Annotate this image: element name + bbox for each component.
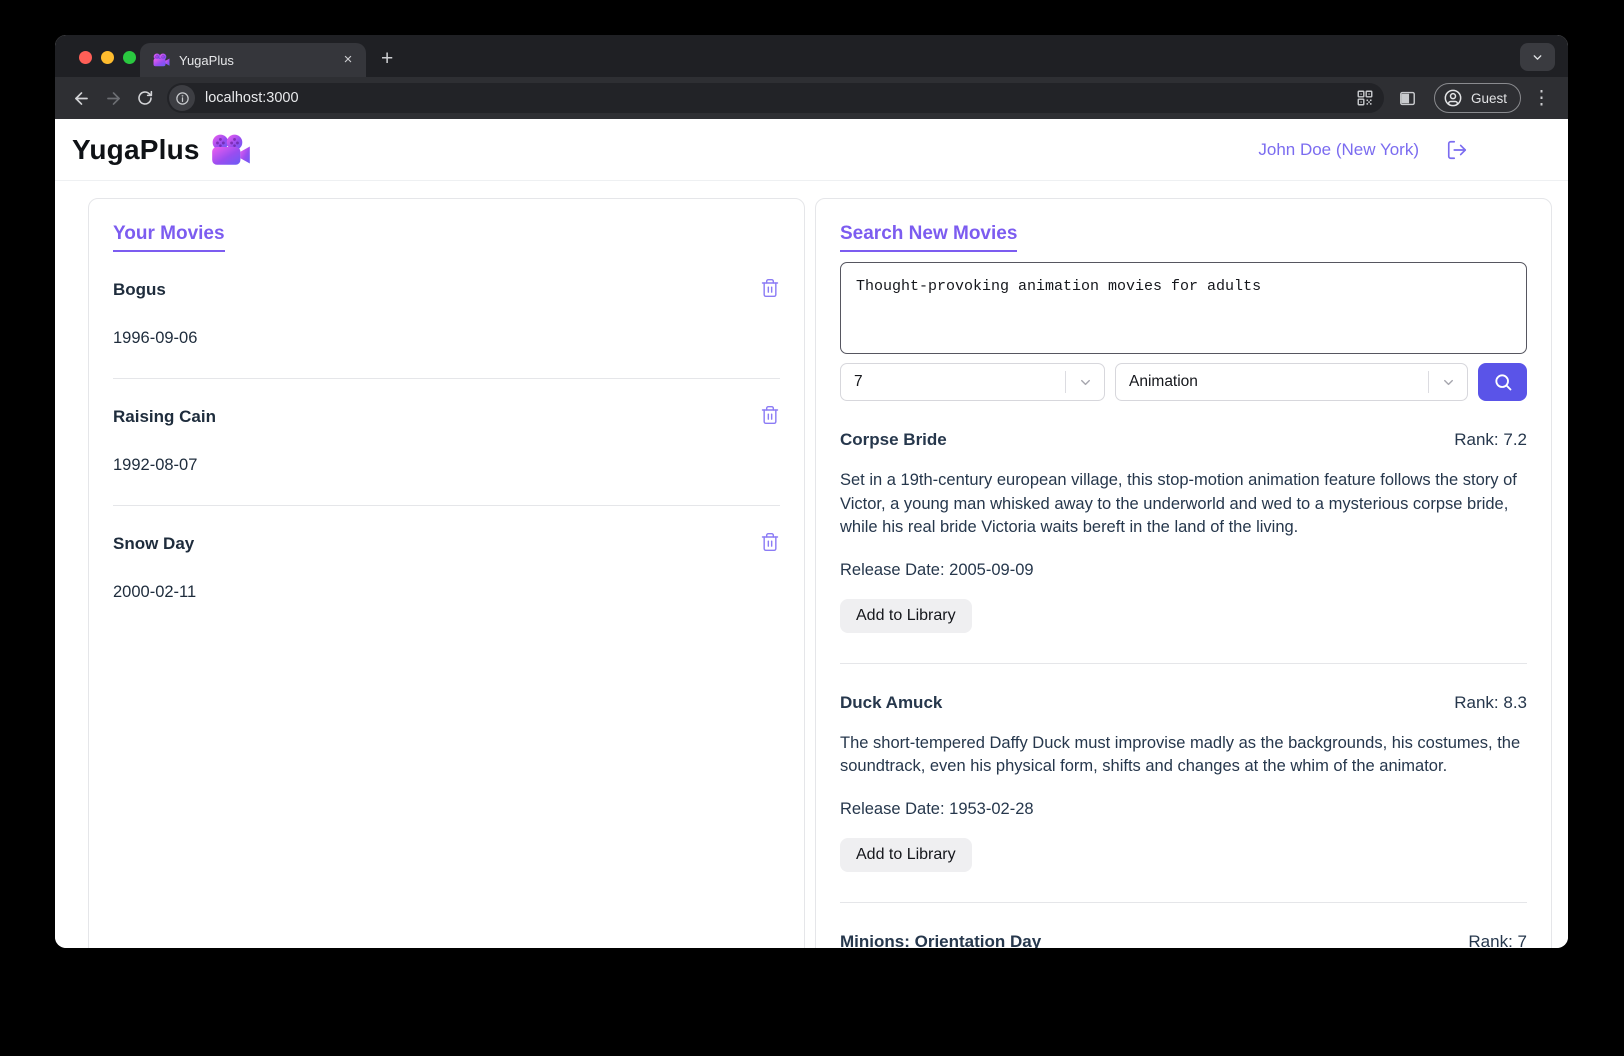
result-title: Corpse Bride — [840, 430, 947, 450]
movie-title: Snow Day — [113, 534, 194, 554]
rank-select[interactable]: 7 — [840, 363, 1105, 401]
search-query-input[interactable]: Thought-provoking animation movies for a… — [840, 262, 1527, 354]
address-bar[interactable]: localhost:3000 — [167, 83, 1384, 113]
movie-title: Raising Cain — [113, 407, 216, 427]
site-info-button[interactable] — [169, 85, 195, 111]
reload-icon — [136, 89, 154, 107]
your-movies-card: Your Movies Bogus 1996-09-06 Ra — [88, 198, 805, 948]
fullscreen-window-button[interactable] — [123, 51, 136, 64]
delete-movie-button[interactable] — [760, 278, 780, 298]
browser-toolbar: localhost:3000 Guest ⋮ — [55, 77, 1568, 119]
close-window-button[interactable] — [79, 51, 92, 64]
search-result: Corpse Bride Rank: 7.2 Set in a 19th-cen… — [840, 401, 1527, 664]
result-release-date: Release Date: 2005-09-09 — [840, 561, 1527, 580]
minimize-window-button[interactable] — [101, 51, 114, 64]
site-header: YugaPlus John Doe (New York) — [55, 119, 1568, 181]
yugaplus-page: YugaPlus John Doe (New York) — [55, 119, 1568, 948]
side-panel-button[interactable] — [1392, 82, 1424, 114]
trash-icon — [760, 278, 780, 298]
chevron-down-icon — [1531, 51, 1544, 64]
forward-arrow-icon — [104, 89, 123, 108]
tab-list-chevron-button[interactable] — [1520, 43, 1555, 71]
movie-release-date: 2000-02-11 — [113, 583, 780, 602]
result-title: Minions: Orientation Day — [840, 932, 1041, 949]
result-description: The short-tempered Daffy Duck must impro… — [840, 732, 1527, 779]
tab-title: YugaPlus — [179, 53, 329, 68]
side-panel-icon — [1398, 89, 1417, 108]
genre-select[interactable]: Animation — [1115, 363, 1468, 401]
browser-tab[interactable]: YugaPlus × — [140, 43, 366, 77]
profile-button[interactable]: Guest — [1434, 83, 1521, 113]
search-icon — [1493, 372, 1513, 392]
browser-tab-strip: YugaPlus × + — [55, 35, 1568, 77]
result-rank: Rank: 7.2 — [1454, 430, 1527, 450]
profile-name: Guest — [1471, 91, 1507, 106]
logout-button[interactable] — [1446, 139, 1468, 161]
back-arrow-icon — [72, 89, 91, 108]
search-result: Duck Amuck Rank: 8.3 The short-tempered … — [840, 664, 1527, 903]
result-release-date: Release Date: 1953-02-28 — [840, 800, 1527, 819]
movie-camera-favicon — [153, 53, 170, 67]
url-text[interactable]: localhost:3000 — [205, 90, 1356, 106]
delete-movie-button[interactable] — [760, 405, 780, 425]
close-tab-icon[interactable]: × — [338, 50, 358, 70]
rank-select-value: 7 — [854, 373, 1065, 391]
main-content: Your Movies Bogus 1996-09-06 Ra — [55, 181, 1568, 948]
result-rank: Rank: 7 — [1468, 932, 1527, 949]
new-tab-button[interactable]: + — [381, 48, 393, 69]
delete-movie-button[interactable] — [760, 532, 780, 552]
movie-title: Bogus — [113, 280, 166, 300]
result-rank: Rank: 8.3 — [1454, 693, 1527, 713]
search-controls: 7 Animation — [840, 363, 1527, 401]
forward-button[interactable] — [97, 82, 129, 114]
your-movies-title: Your Movies — [113, 223, 225, 252]
search-results: Corpse Bride Rank: 7.2 Set in a 19th-cen… — [840, 401, 1527, 948]
info-icon — [175, 91, 190, 106]
create-qr-code-button[interactable] — [1356, 89, 1374, 107]
user-name-link[interactable]: John Doe (New York) — [1258, 140, 1419, 160]
search-button[interactable] — [1478, 363, 1527, 401]
result-title: Duck Amuck — [840, 693, 942, 713]
search-movies-card: Search New Movies Thought-provoking anim… — [815, 198, 1552, 948]
movie-release-date: 1996-09-06 — [113, 329, 780, 348]
movie-release-date: 1992-08-07 — [113, 456, 780, 475]
logout-icon — [1446, 139, 1468, 161]
browser-menu-button[interactable]: ⋮ — [1525, 89, 1558, 108]
genre-select-value: Animation — [1129, 373, 1428, 391]
site-title: YugaPlus — [72, 134, 200, 166]
qr-code-icon — [1356, 89, 1374, 107]
trash-icon — [760, 405, 780, 425]
search-movies-title: Search New Movies — [840, 223, 1017, 252]
reload-button[interactable] — [129, 82, 161, 114]
library-movie-row: Snow Day 2000-02-11 — [113, 506, 780, 632]
library-movie-row: Bogus 1996-09-06 — [113, 252, 780, 379]
library-movie-row: Raising Cain 1992-08-07 — [113, 379, 780, 506]
chevron-down-icon — [1066, 375, 1104, 390]
browser-window: YugaPlus × + localhost:3000 — [55, 35, 1568, 948]
search-result: Minions: Orientation Day Rank: 7 With so… — [840, 903, 1527, 949]
back-button[interactable] — [65, 82, 97, 114]
movie-camera-logo-icon — [211, 134, 251, 166]
user-avatar-icon — [1443, 88, 1463, 108]
chevron-down-icon — [1429, 375, 1467, 390]
result-description: Set in a 19th-century european village, … — [840, 469, 1527, 540]
trash-icon — [760, 532, 780, 552]
add-to-library-button[interactable]: Add to Library — [840, 599, 972, 633]
window-controls — [79, 51, 136, 64]
add-to-library-button[interactable]: Add to Library — [840, 838, 972, 872]
